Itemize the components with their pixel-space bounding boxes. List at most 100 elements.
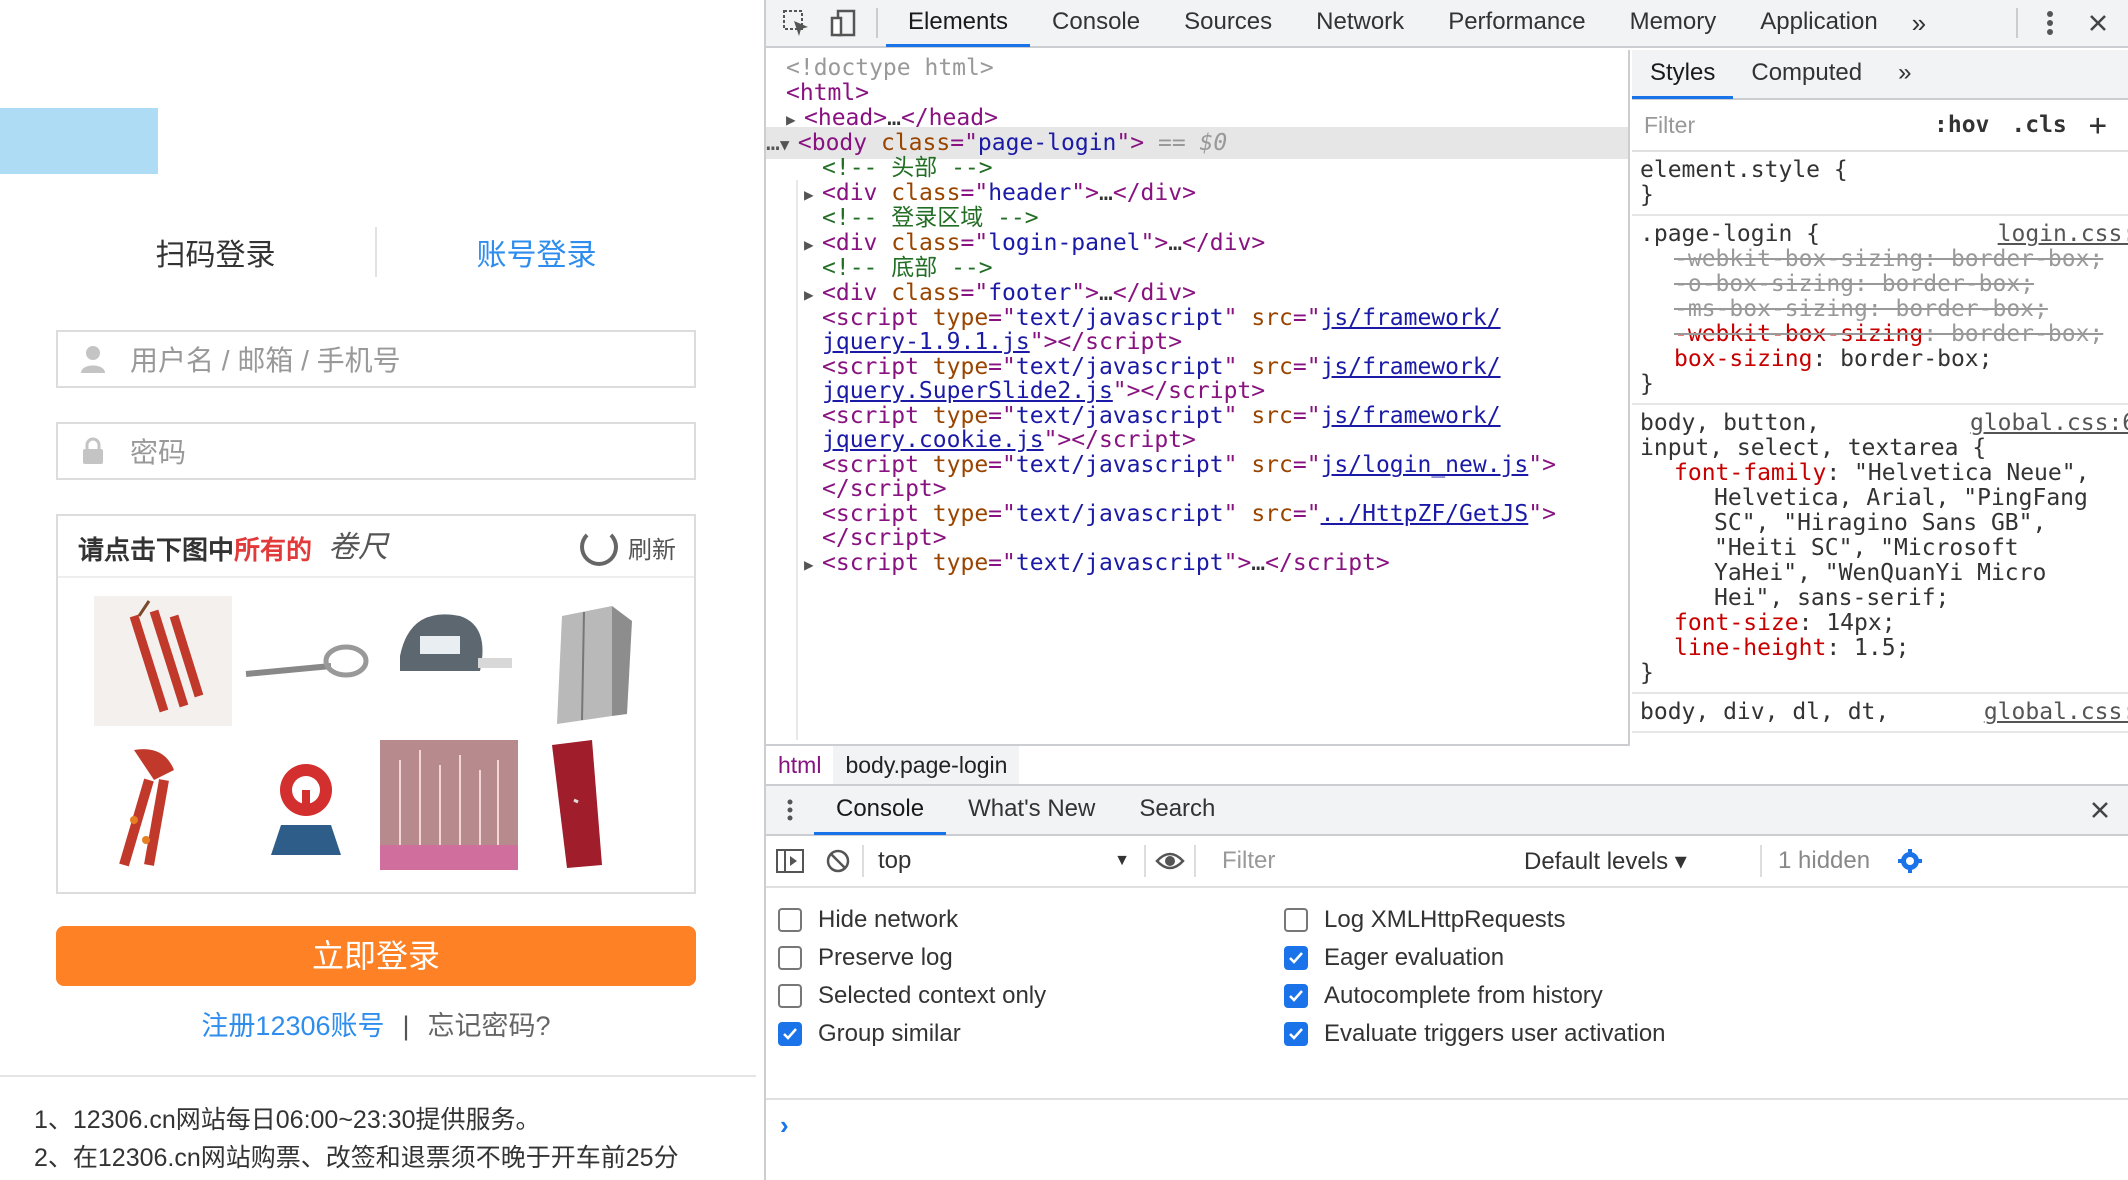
checkbox-log-xhr[interactable] [1284,908,1308,932]
checkbox-group-similar[interactable] [778,1022,802,1046]
drawer-tabs: Console What's New Search [766,786,2128,836]
captcha-image-red-fridge[interactable] [522,740,660,870]
tab-qr-login[interactable]: 扫码登录 [56,230,375,274]
captcha-image-grid [86,596,670,876]
forgot-password-link[interactable]: 忘记密码? [428,1011,551,1041]
context-selector[interactable]: top ▼ [864,847,1144,875]
console-filter-input[interactable]: Filter [1210,842,1500,880]
elements-tree: <!doctype html> <html> ▶ <head>…</head> …… [766,50,1630,744]
checkbox-preserve-log[interactable] [778,946,802,970]
rule1-source-link[interactable]: login.css:3 [1998,222,2128,247]
tab-network[interactable]: Network [1294,0,1426,47]
styles-filter-input[interactable]: Filter [1644,112,1934,139]
option-hide-network[interactable]: Hide network [778,906,958,934]
tab-sources[interactable]: Sources [1162,0,1294,47]
breadcrumb-body[interactable]: body.page-login [833,746,1020,784]
rule2-source-link[interactable]: global.css:64 [1970,411,2128,436]
tab-elements[interactable]: Elements [886,0,1031,47]
rule2-font-family[interactable]: font-family: "Helvetica Neue", [1640,461,2122,486]
font-family-cont-2: SC", "Hiragino Sans GB", [1714,510,2047,536]
tab-performance[interactable]: Performance [1426,0,1607,47]
username-field[interactable]: 用户名 / 邮箱 / 手机号 [56,330,696,388]
login-submit-button[interactable]: 立即登录 [56,926,696,986]
rule1-struck-2[interactable]: -o-box-sizing: border-box; [1640,272,2122,297]
console-toolbar-sep-3 [1194,845,1196,877]
rule-page-login[interactable]: .page-login { login.css:3 -webkit-box-si… [1632,216,2128,405]
user-icon [78,344,108,374]
tab-console[interactable]: Console [1030,0,1162,47]
username-placeholder: 用户名 / 邮箱 / 手机号 [130,345,401,376]
captcha-image-sculpture[interactable] [380,740,518,870]
option-selected-context-only[interactable]: Selected context only [778,982,1046,1010]
inspect-icon[interactable] [772,0,820,47]
checkbox-eager-evaluation[interactable] [1284,946,1308,970]
dom-script-6[interactable]: ▶ <script type="text/javascript">…</scrip… [766,547,1628,579]
more-tabs-button[interactable]: » [1900,8,1938,39]
checkbox-evaluate-triggers[interactable] [1284,1022,1308,1046]
eye-icon[interactable] [1146,837,1194,885]
device-toggle-icon[interactable] [820,0,868,47]
hov-button[interactable]: :hov [1934,112,1989,138]
rule1-struck-1[interactable]: -webkit-box-sizing: border-box; [1640,247,2122,272]
log-levels-dropdown[interactable]: Default levels ▾ [1510,847,1760,876]
add-rule-button[interactable]: + [2089,108,2107,143]
breadcrumb: html body.page-login [766,744,1630,784]
rule-body-reset[interactable]: body, div, dl, dt, global.css:7 [1632,694,2128,733]
notice-line-1: 1、12306.cn网站每日06:00~23:30提供服务。 [34,1106,541,1134]
account-links: 注册12306账号 | 忘记密码? [56,1004,696,1043]
hidden-count: 1 hidden [1778,847,1871,874]
rule1-struck-4[interactable]: -webkit-box-sizing: border-box; [1640,322,2122,347]
option-group-similar[interactable]: Group similar [778,1020,961,1048]
console-settings-gear-icon[interactable] [1886,837,1934,885]
tab-application[interactable]: Application [1738,0,1899,47]
captcha-image-tape-measure[interactable] [380,596,518,726]
rule3-source-link[interactable]: global.css:7 [1984,700,2128,725]
rule-element-style[interactable]: element.style { } [1632,152,2128,216]
captcha-image-firecrackers[interactable] [94,596,232,726]
drawer-tab-search[interactable]: Search [1117,785,1237,835]
captcha-image-refrigerator[interactable] [522,596,660,726]
kebab-menu-icon[interactable] [2026,0,2074,47]
register-link[interactable]: 注册12306账号 [201,1011,384,1041]
drawer-menu-icon[interactable] [766,786,814,834]
tab-styles[interactable]: Styles [1632,50,1734,99]
option-eager-evaluation[interactable]: Eager evaluation [1284,944,1504,972]
rule2-selector-b: input, select, textarea { [1640,435,1987,461]
option-log-xhr[interactable]: Log XMLHttpRequests [1284,906,1565,934]
element-style-selector: element.style { [1640,157,1848,183]
drawer-tab-whats-new[interactable]: What's New [946,785,1117,835]
checkbox-autocomplete-history[interactable] [1284,984,1308,1008]
rule-body-global[interactable]: body, button, global.css:64 input, selec… [1632,405,2128,694]
drawer-close-icon[interactable] [2076,786,2124,834]
breadcrumb-html[interactable]: html [766,746,833,784]
tab-computed[interactable]: Computed [1733,50,1880,99]
notice-line-2: 2、在12306.cn网站购票、改签和退票须不晚于开车前25分 [34,1144,679,1172]
option-preserve-log[interactable]: Preserve log [778,944,953,972]
captcha-image-tool[interactable] [236,596,374,726]
rule2-font-size[interactable]: font-size: 14px; [1640,611,2122,636]
drawer-tab-console[interactable]: Console [814,785,947,835]
tab-account-login[interactable]: 账号登录 [377,230,696,274]
sidebar-toggle-icon[interactable] [766,837,814,885]
rule2-line-height[interactable]: line-height: 1.5; [1640,636,2122,661]
console-prompt[interactable]: › [780,1110,789,1141]
rule1-struck-3[interactable]: -ms-box-sizing: border-box; [1640,297,2122,322]
option-evaluate-triggers[interactable]: Evaluate triggers user activation [1284,1020,1666,1048]
captcha-image-railway-emblem[interactable] [236,740,374,870]
password-placeholder: 密码 [130,437,187,468]
login-tabs: 扫码登录 账号登录 [56,224,696,280]
close-icon[interactable] [2074,0,2122,47]
checkbox-selected-context[interactable] [778,984,802,1008]
clear-console-icon[interactable] [814,837,862,885]
password-field[interactable]: 密码 [56,422,696,480]
captcha-image-firecracker-string[interactable] [94,740,232,870]
captcha-refresh-button[interactable]: 刷新 [580,528,676,566]
option-autocomplete-history[interactable]: Autocomplete from history [1284,982,1603,1010]
login-page: 扫码登录 账号登录 用户名 / 邮箱 / 手机号 密码 请点击下图中所有的 卷尺… [0,0,764,1180]
styles-more-button[interactable]: » [1880,50,1929,99]
font-family-cont-1: Helvetica, Arial, "PingFang [1714,485,2088,511]
rule1-box-sizing[interactable]: box-sizing: border-box; [1640,347,2122,372]
checkbox-hide-network[interactable] [778,908,802,932]
cls-button[interactable]: .cls [2011,112,2066,138]
tab-memory[interactable]: Memory [1608,0,1739,47]
